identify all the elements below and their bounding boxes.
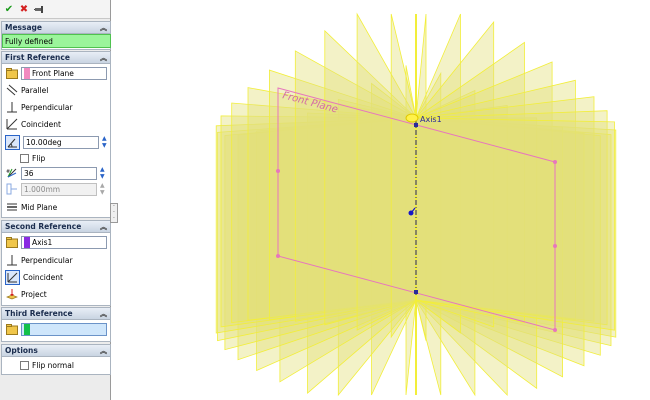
selection-color-swatch <box>24 323 30 335</box>
perpendicular-icon <box>5 254 18 267</box>
parallel-icon <box>5 84 18 97</box>
svg-text:#: # <box>6 169 10 175</box>
count-spinner[interactable]: ▲ ▼ <box>100 166 108 180</box>
third-reference-selection-row <box>5 322 107 336</box>
plane-handle[interactable] <box>276 169 280 173</box>
count-row: # 36 ▲ ▼ <box>5 166 108 180</box>
chevron-up-icon[interactable]: ︽ <box>100 309 107 319</box>
reference-folder-icon <box>5 67 18 80</box>
count-input[interactable]: 36 <box>21 166 97 180</box>
reference-folder-icon <box>5 236 18 249</box>
mid-plane-option[interactable]: Mid Plane <box>5 200 57 214</box>
axis-endpoint[interactable] <box>414 290 418 294</box>
flip-normal-option[interactable]: Flip normal <box>20 358 74 372</box>
plane-handle[interactable] <box>553 328 557 332</box>
first-reference-selection-value: Front Plane <box>32 68 74 78</box>
check-icon[interactable]: ✔ <box>3 3 15 15</box>
chevron-up-icon[interactable]: ︽ <box>100 23 107 33</box>
rotation-hub <box>405 113 419 123</box>
project-label: Project <box>21 289 47 299</box>
perpendicular-label: Perpendicular <box>21 102 73 112</box>
plane-count-icon: # <box>5 167 18 180</box>
message-header-label: Message <box>5 23 42 32</box>
third-reference-header-label: Third Reference <box>5 309 73 318</box>
flip-checkbox[interactable] <box>20 153 29 163</box>
perpendicular-icon <box>5 101 18 114</box>
flip-normal-label: Flip normal <box>32 360 74 370</box>
selection-color-swatch <box>24 236 30 248</box>
preview-plane <box>390 13 417 339</box>
project-option[interactable]: Project <box>5 287 47 301</box>
distance-input: 1.000mm <box>21 182 97 196</box>
angle-value: 10.00deg <box>26 137 62 147</box>
distance-value: 1.000mm <box>24 184 61 194</box>
plane-handle[interactable] <box>553 160 557 164</box>
reference-folder-icon <box>5 323 18 336</box>
coincident-option[interactable]: Coincident <box>5 117 61 131</box>
third-reference-selection-box[interactable] <box>21 322 107 336</box>
chevron-up-icon[interactable]: ︽ <box>100 222 107 232</box>
second-perpendicular-option[interactable]: Perpendicular <box>5 253 73 267</box>
x-icon[interactable]: ✖ <box>18 3 30 15</box>
coincident-label: Coincident <box>21 119 61 129</box>
second-reference-selection-value: Axis1 <box>32 237 53 247</box>
first-reference-selection-row: Front Plane <box>5 66 107 80</box>
second-reference-header-label: Second Reference <box>5 222 82 231</box>
property-manager-toolbar: ✔ ✖ <box>0 0 110 19</box>
second-reference-header[interactable]: Second Reference ︽ <box>2 221 110 233</box>
selection-color-swatch <box>24 67 30 79</box>
message-header[interactable]: Message ︽ <box>2 22 110 34</box>
distance-row: 1.000mm ▲ ▼ <box>5 182 108 196</box>
options-header[interactable]: Options ︽ <box>2 345 110 357</box>
chevron-up-icon[interactable]: ︽ <box>100 53 107 63</box>
second-reference-selection-box[interactable]: Axis1 <box>21 235 107 249</box>
flip-label: Flip <box>32 153 46 163</box>
pushpin-icon[interactable] <box>33 3 45 15</box>
flip-option[interactable]: Flip <box>20 151 45 165</box>
angle-input[interactable]: 10.00deg <box>23 135 99 149</box>
angle-spinner[interactable]: ▲ ▼ <box>102 135 110 149</box>
axis-endpoint[interactable] <box>414 123 418 127</box>
first-reference-header[interactable]: First Reference ︽ <box>2 52 110 64</box>
third-reference-section: Third Reference ︽ <box>1 307 111 342</box>
second-reference-selection-row: Axis1 <box>5 235 107 249</box>
second-coincident-option[interactable]: Coincident <box>5 269 63 285</box>
plane-handle[interactable] <box>276 254 280 258</box>
mid-plane-icon <box>5 201 18 214</box>
property-manager-panel: ✔ ✖ Message ︽ Fully defined First Refere… <box>0 0 111 400</box>
distance-spinner: ▲ ▼ <box>100 181 105 196</box>
preview-plane <box>415 117 615 331</box>
parallel-label: Parallel <box>21 85 49 95</box>
third-reference-header[interactable]: Third Reference ︽ <box>2 308 110 320</box>
coincident-icon <box>5 118 18 131</box>
axis1-label: Axis1 <box>420 115 442 124</box>
first-reference-header-label: First Reference <box>5 53 70 62</box>
second-reference-section: Second Reference ︽ Axis1 Perpendicular C… <box>1 220 111 306</box>
project-icon <box>5 288 18 301</box>
chevron-up-icon[interactable]: ︽ <box>100 346 107 356</box>
mid-plane-label: Mid Plane <box>21 202 58 212</box>
parallel-option[interactable]: Parallel <box>5 83 48 97</box>
angle-icon[interactable] <box>5 134 20 150</box>
perpendicular-option[interactable]: Perpendicular <box>5 100 73 114</box>
flip-normal-checkbox[interactable] <box>20 360 29 370</box>
options-header-label: Options <box>5 346 38 355</box>
options-section: Options ︽ Flip normal <box>1 344 111 375</box>
angle-row: 10.00deg ▲ ▼ <box>5 134 110 150</box>
distance-icon <box>5 183 18 196</box>
status-fully-defined: Fully defined <box>2 34 111 48</box>
count-value: 36 <box>24 168 34 178</box>
second-perpendicular-label: Perpendicular <box>21 255 73 265</box>
coincident-icon <box>5 269 20 285</box>
first-reference-selection-box[interactable]: Front Plane <box>21 66 107 80</box>
first-reference-section: First Reference ︽ Front Plane Parallel P… <box>1 51 111 218</box>
second-coincident-label: Coincident <box>23 272 63 282</box>
graphics-viewport[interactable]: Front Plane Axis1 <box>116 0 650 400</box>
plane-handle[interactable] <box>553 244 557 248</box>
